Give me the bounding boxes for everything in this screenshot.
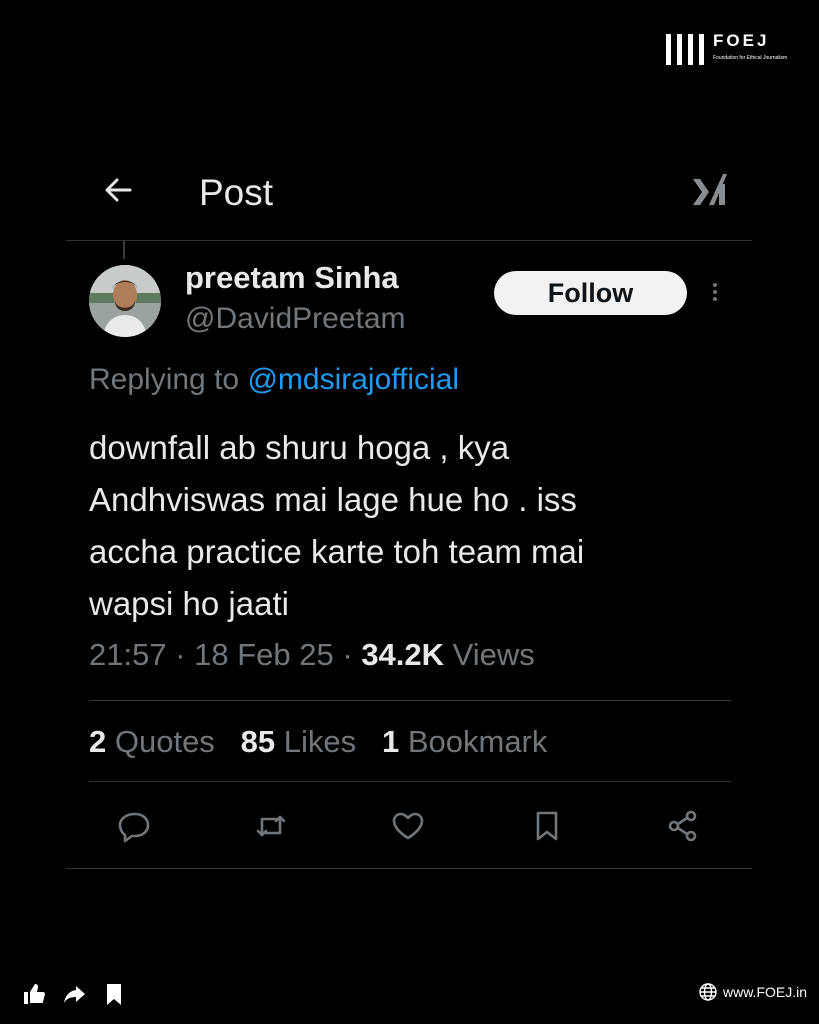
bookmark-icon[interactable] xyxy=(528,807,566,845)
page-title: Post xyxy=(199,172,274,213)
author-handle[interactable]: @DavidPreetam xyxy=(185,302,406,336)
separator: · xyxy=(333,637,362,672)
foej-logo: FOEJ Foundation for Ethical Journalism xyxy=(666,31,788,67)
follow-button[interactable]: Follow xyxy=(494,271,687,315)
views-count: 34.2K xyxy=(361,637,445,672)
tweet-line: accha practice karte toh team mai xyxy=(89,533,585,570)
website-text: www.FOEJ.in xyxy=(723,984,808,1000)
repost-icon[interactable] xyxy=(252,807,290,845)
post-date[interactable]: 18 Feb 25 xyxy=(194,637,334,672)
bookmarks-stat[interactable]: 1 Bookmark xyxy=(382,724,547,759)
quotes-stat[interactable]: 2 Quotes xyxy=(89,724,215,759)
likes-label: Likes xyxy=(275,724,357,759)
engagement-stats: 2 Quotes 85 Likes 1 Bookmark xyxy=(89,724,547,760)
likes-count: 85 xyxy=(240,724,276,759)
logo-text: FOEJ xyxy=(713,31,770,50)
like-icon[interactable] xyxy=(389,807,427,845)
more-options-icon[interactable] xyxy=(706,280,724,308)
share-arrow-icon[interactable] xyxy=(62,982,86,1006)
quotes-count: 2 xyxy=(89,724,107,759)
views-label: Views xyxy=(444,637,535,672)
replying-to: Replying to @mdsirajofficial xyxy=(89,363,459,397)
post-meta: 21:57 · 18 Feb 25 · 34.2K Views xyxy=(89,637,535,673)
tweet-line: Andhviswas mai lage hue ho . iss xyxy=(89,481,577,518)
stats-bottom-divider xyxy=(89,781,731,782)
author-name[interactable]: preetam Sinha xyxy=(185,260,399,296)
bookmarks-label: Bookmark xyxy=(399,724,548,759)
mention-link[interactable]: @mdsirajofficial xyxy=(247,363,459,396)
x-logo-icon xyxy=(690,170,730,210)
separator: · xyxy=(166,637,195,672)
replying-prefix: Replying to xyxy=(89,363,248,396)
globe-icon xyxy=(699,983,717,1001)
post-time[interactable]: 21:57 xyxy=(89,637,167,672)
thread-line xyxy=(123,241,125,259)
header-divider xyxy=(66,240,752,241)
tweet-text: downfall ab shuru hoga , kya Andhviswas … xyxy=(89,422,739,630)
tweet-line: downfall ab shuru hoga , kya xyxy=(89,429,510,466)
avatar[interactable] xyxy=(89,265,161,337)
stats-top-divider xyxy=(89,700,731,701)
arrow-left-icon[interactable] xyxy=(100,172,136,208)
tweet-line: wapsi ho jaati xyxy=(89,585,289,622)
likes-stat[interactable]: 85 Likes xyxy=(241,724,356,759)
quotes-label: Quotes xyxy=(106,724,215,759)
logo-subtitle: Foundation for Ethical Journalism xyxy=(713,55,788,61)
actions-bottom-divider xyxy=(66,868,752,869)
thumbs-up-icon[interactable] xyxy=(22,982,46,1006)
reply-icon[interactable] xyxy=(116,807,154,845)
share-icon[interactable] xyxy=(664,807,702,845)
bookmarks-count: 1 xyxy=(381,724,400,759)
bookmark-icon[interactable] xyxy=(102,982,126,1006)
website-link[interactable]: www.FOEJ.in xyxy=(698,982,807,1002)
